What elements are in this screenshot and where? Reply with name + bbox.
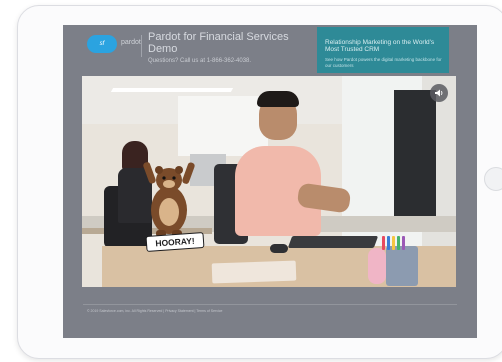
header-divider xyxy=(141,35,142,57)
computer-mouse xyxy=(270,244,288,253)
pink-figurine xyxy=(368,248,386,284)
demo-video-player[interactable]: HOORAY! xyxy=(82,76,456,287)
keyboard xyxy=(287,236,379,248)
page-header: sf pardot Pardot for Financial Services … xyxy=(63,25,315,73)
promo-body: See how Pardot powers the digital market… xyxy=(325,57,442,68)
footer-divider xyxy=(83,304,457,305)
logo-text: pardot xyxy=(121,39,141,46)
speaker-icon[interactable] xyxy=(430,84,448,102)
salesforce-logo-icon: sf xyxy=(87,35,117,53)
speaker-glyph-icon xyxy=(435,89,443,97)
notebook xyxy=(211,260,297,284)
demo-screen: sf pardot Pardot for Financial Services … xyxy=(63,25,477,338)
tablet-home-button[interactable] xyxy=(484,167,502,191)
ceiling-light xyxy=(110,88,234,92)
promo-banner[interactable]: Relationship Marketing on the World's Mo… xyxy=(317,27,449,73)
phone-contact[interactable]: Questions? Call us at 1-866-362-4038. xyxy=(148,58,251,64)
colored-pencils xyxy=(382,236,422,250)
computer-monitor xyxy=(394,90,436,220)
logo-cloud-mark: sf xyxy=(99,41,105,47)
bear-mascot-icon xyxy=(143,162,195,237)
pencil-cup xyxy=(386,246,418,286)
promo-title: Relationship Marketing on the World's Mo… xyxy=(325,39,435,53)
man-hair xyxy=(257,91,299,107)
footer-text: © 2019 Salesforce.com, inc. All Rights R… xyxy=(87,309,223,313)
page-title: Pardot for Financial Services Demo xyxy=(148,31,289,55)
